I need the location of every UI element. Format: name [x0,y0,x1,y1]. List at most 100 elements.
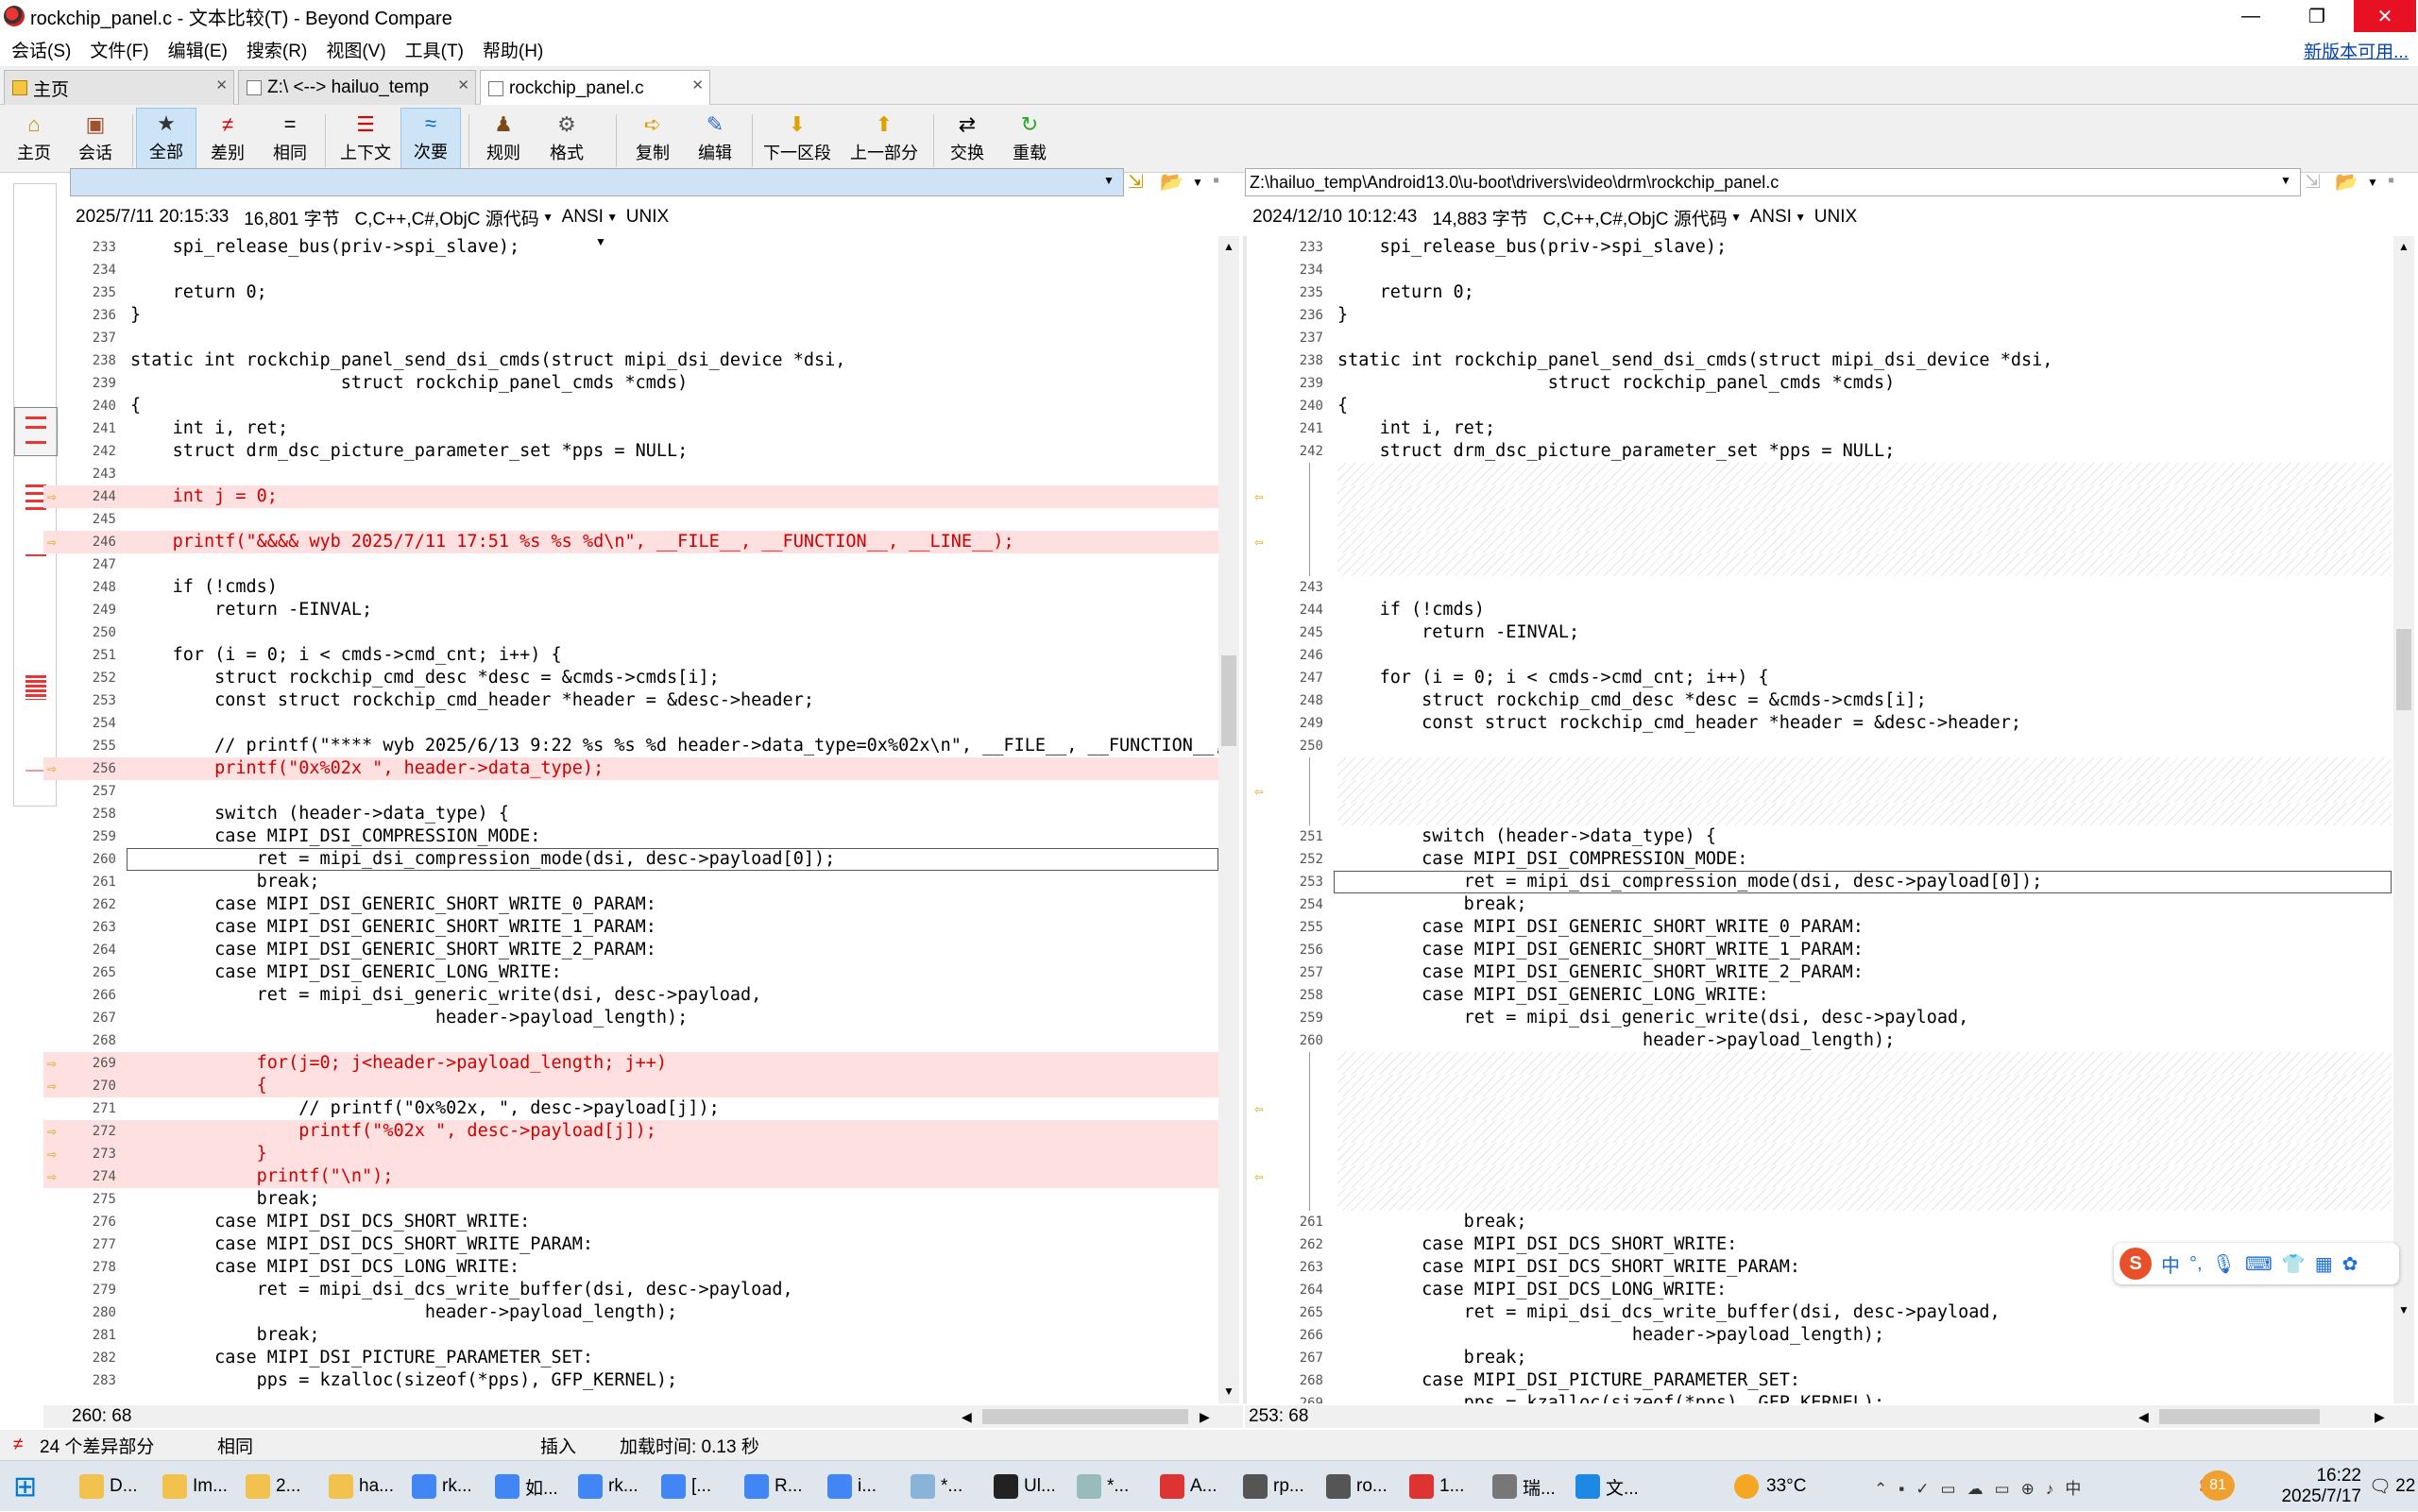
code-line[interactable]: 241 int i, ret; [1251,417,2392,440]
right-code-pane[interactable]: 233 spi_release_bus(priv->spi_slave); 234… [1251,236,2392,1403]
code-line[interactable]: 257 [43,780,1218,803]
code-line[interactable]: 245 [43,508,1218,531]
code-line[interactable]: 264 case MIPI_DSI_GENERIC_SHORT_WRITE_2_… [43,939,1218,961]
chevron-down-icon[interactable]: ▼ [1103,174,1115,187]
right-open-folder-icon[interactable]: 📂 [2335,170,2358,194]
code-line[interactable]: 242 struct drm_dsc_picture_parameter_set… [1251,440,2392,463]
right-history-icon[interactable]: ⇲ [2305,170,2321,194]
code-line[interactable]: 234 [1251,259,2392,281]
weather-widget[interactable]: 33°C [1734,1467,1806,1506]
tab-folder-compare[interactable]: Z:\ <--> hailuo_temp ✕ [238,70,476,105]
copy-arrow-icon[interactable]: ⇨ [47,1147,57,1162]
code-line[interactable]: 248 struct rockchip_cmd_desc *desc = &cm… [1251,689,2392,712]
code-line[interactable]: 237 [1251,327,2392,349]
taskbar-app[interactable]: Im... [162,1467,228,1506]
left-vertical-scrollbar[interactable]: ▲ ▼ [1218,236,1239,1403]
code-line[interactable]: 236} [1251,304,2392,327]
scroll-left-icon[interactable]: ◀ [2138,1405,2149,1428]
code-line[interactable]: 258 switch (header->data_type) { [43,803,1218,825]
next-section-button[interactable]: ⬇ 下一区段 [759,108,835,170]
code-line[interactable]: 248 if (!cmds) [43,576,1218,599]
right-eol[interactable]: UNIX [1814,207,1857,228]
taskbar-app[interactable]: R... [744,1467,803,1506]
close-button[interactable]: ✕ [2354,0,2416,32]
chevron-down-icon[interactable]: ▼ [539,211,557,224]
code-line[interactable]: 265 case MIPI_DSI_GENERIC_LONG_WRITE: [43,961,1218,984]
code-line[interactable]: 242 struct drm_dsc_picture_parameter_set… [43,440,1218,463]
code-line[interactable]: 259 ret = mipi_dsi_generic_write(dsi, de… [1251,1007,2392,1029]
scroll-right-icon[interactable]: ▶ [1200,1405,1210,1428]
show-same-button[interactable]: = 相同 [263,108,317,170]
code-line[interactable]: 266 ret = mipi_dsi_generic_write(dsi, de… [43,984,1218,1007]
menu-file[interactable]: 文件(F) [78,37,156,62]
code-line[interactable]: 260 header->payload_length); [1251,1029,2392,1052]
left-code-pane[interactable]: 233 spi_release_bus(priv->spi_slave); 234… [43,236,1218,1403]
copy-arrow-icon[interactable]: ⇦ [1254,1169,1264,1184]
keyboard-icon[interactable]: ⌨ [2245,1252,2273,1276]
copy-arrow-icon[interactable]: ⇨ [47,1169,57,1184]
code-line[interactable]: 272 printf("%02x ", desc->payload[j]); [43,1120,1218,1143]
reload-button[interactable]: ↻ 重载 [999,108,1060,170]
code-line[interactable]: 269 for(j=0; j<header->payload_length; j… [43,1052,1218,1075]
left-path-input[interactable] [70,168,1124,196]
menu-tools[interactable]: 工具(T) [394,37,471,62]
code-line[interactable]: 250 [1251,735,2392,757]
code-line[interactable]: 262 case MIPI_DSI_GENERIC_SHORT_WRITE_0_… [43,893,1218,916]
scroll-left-icon[interactable]: ◀ [962,1405,972,1428]
code-line[interactable]: 253 const struct rockchip_cmd_header *he… [43,689,1218,712]
right-save-icon[interactable]: ▪ [2388,170,2394,192]
menu-search[interactable]: 搜索(R) [235,37,315,62]
code-line[interactable]: 252 case MIPI_DSI_COMPRESSION_MODE: [1251,848,2392,871]
code-line[interactable]: 276 case MIPI_DSI_DCS_SHORT_WRITE: [43,1211,1218,1233]
copy-arrow-icon[interactable]: ⇦ [1254,1101,1264,1116]
code-line[interactable]: 233 spi_release_bus(priv->spi_slave); [43,236,1218,259]
code-line[interactable]: 268 [43,1029,1218,1052]
taskbar-app[interactable]: 2... [246,1467,300,1506]
tab-home[interactable]: 主页 ✕ [4,70,234,105]
code-line[interactable]: 261 break; [1251,1211,2392,1233]
code-line[interactable]: 257 case MIPI_DSI_GENERIC_SHORT_WRITE_2_… [1251,961,2392,984]
microphone-icon[interactable]: 🎙 [2212,1252,2236,1276]
code-line[interactable]: 256 case MIPI_DSI_GENERIC_SHORT_WRITE_1_… [1251,939,2392,961]
format-button[interactable]: ⚙ 格式 [536,108,597,170]
taskbar-app[interactable]: rk... [578,1467,639,1506]
code-line[interactable]: 245 return -EINVAL; [1251,621,2392,644]
right-vertical-scrollbar[interactable]: ▲ ▼ [2393,236,2414,1403]
system-tray[interactable]: ⌃▪✓▭☁▭⊕♪中 [1874,1467,2092,1506]
code-line[interactable]: 279 ret = mipi_dsi_dcs_write_buffer(dsi,… [43,1279,1218,1301]
taskbar-app[interactable]: Ul... [994,1467,1056,1506]
taskbar-app[interactable]: rp... [1243,1467,1304,1506]
code-line[interactable]: 260 ret = mipi_dsi_compression_mode(dsi,… [43,848,1218,871]
left-lang-select[interactable]: C,C++,C#,ObjC 源代码 [354,205,538,230]
ime-toolbar[interactable]: S 中 °, 🎙 ⌨ 👕 ▦ ✿ [2114,1243,2399,1284]
code-line[interactable]: 273 } [43,1143,1218,1165]
copy-arrow-icon[interactable]: ⇨ [47,1079,57,1094]
copy-arrow-icon[interactable]: ⇨ [47,1124,57,1139]
copy-arrow-icon[interactable]: ⇨ [47,1056,57,1071]
code-line[interactable]: 252 struct rockchip_cmd_desc *desc = &cm… [43,667,1218,689]
code-line[interactable]: 243 [1251,576,2392,599]
taskbar-app[interactable]: ha... [329,1467,394,1506]
code-line[interactable]: 270 { [43,1075,1218,1097]
scroll-right-icon[interactable]: ▶ [2375,1405,2385,1428]
antivirus-tray-icon[interactable]: 81 [2201,1470,2235,1501]
clock[interactable]: 16:22 2025/7/17 [2257,1461,2361,1512]
more-icon[interactable]: ✿ [2342,1252,2358,1276]
code-line[interactable]: 250 [43,621,1218,644]
show-diffs-button[interactable]: ≠ 差别 [200,108,255,170]
code-line[interactable]: 267 break; [1251,1347,2392,1369]
copy-button[interactable]: ➪ 复制 [623,108,682,170]
chevron-down-icon[interactable]: ▼ [2367,176,2378,189]
right-encoding-select[interactable]: ANSI [1750,207,1792,228]
code-line[interactable]: 268 case MIPI_DSI_PICTURE_PARAMETER_SET: [1251,1369,2392,1392]
close-icon[interactable]: ✕ [691,76,704,93]
taskbar-app[interactable]: *... [911,1467,962,1506]
close-icon[interactable]: ✕ [215,76,228,93]
code-line[interactable]: 281 break; [43,1324,1218,1347]
scroll-thumb[interactable] [2396,629,2411,710]
notification-center[interactable]: 🗨 22 [2369,1467,2415,1506]
left-encoding-select[interactable]: ANSI [562,207,604,228]
chevron-down-icon[interactable]: ▼ [1192,176,1203,189]
code-line[interactable]: 238 static int rockchip_panel_send_dsi_cm… [43,349,1218,372]
code-line[interactable]: 263 case MIPI_DSI_GENERIC_SHORT_WRITE_1_… [43,916,1218,939]
